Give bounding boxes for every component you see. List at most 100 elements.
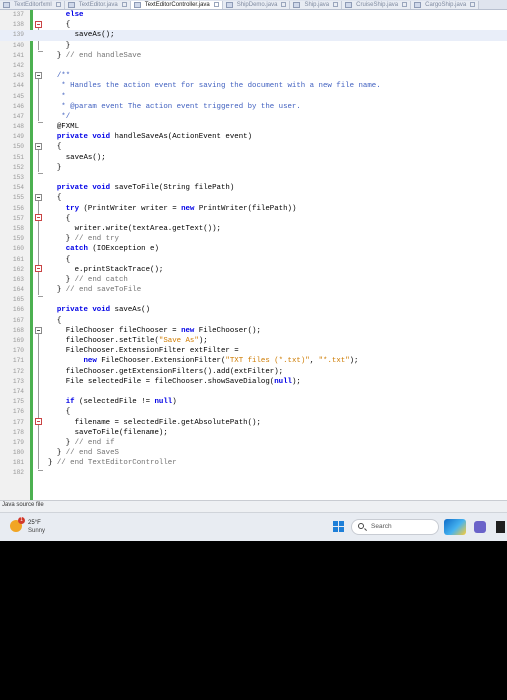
windows-start-icon[interactable]: [333, 521, 345, 533]
code-line[interactable]: 154 private void saveToFile(String fileP…: [0, 183, 507, 193]
code-text: {: [48, 214, 71, 223]
file-icon: [3, 2, 10, 8]
close-icon[interactable]: [333, 1, 339, 7]
line-number: 152: [12, 163, 24, 171]
code-line[interactable]: 137 else: [0, 10, 507, 20]
line-number: 146: [12, 102, 24, 110]
teams-icon[interactable]: [474, 521, 486, 533]
code-line[interactable]: 167 {: [0, 316, 507, 326]
code-line[interactable]: 178 saveToFile(filename);: [0, 428, 507, 438]
code-line[interactable]: 139 saveAs();: [0, 30, 507, 41]
code-line[interactable]: 182: [0, 468, 507, 478]
editor-tab[interactable]: Ship.java: [290, 1, 343, 9]
code-line[interactable]: 173 File selectedFile = fileChooser.show…: [0, 377, 507, 387]
code-line[interactable]: 161 {: [0, 255, 507, 265]
line-number: 161: [12, 255, 24, 263]
line-number: 182: [12, 469, 24, 477]
search-label: Search: [371, 523, 392, 530]
code-text: FileChooser fileChooser = new FileChoose…: [48, 326, 261, 335]
ide-app-icon[interactable]: [496, 521, 505, 533]
editor-tab[interactable]: CruiseShip.java: [342, 1, 412, 9]
code-text: saveAs();: [48, 153, 106, 162]
code-line[interactable]: 142: [0, 61, 507, 71]
code-line[interactable]: 176 {: [0, 407, 507, 417]
close-icon[interactable]: [121, 1, 127, 7]
code-line[interactable]: 158 writer.write(textArea.getText());: [0, 224, 507, 234]
code-line[interactable]: 147 */: [0, 112, 507, 122]
code-line[interactable]: 181 } // end TextEditorController: [0, 458, 507, 468]
editor-tab[interactable]: TextEditorController.java: [130, 1, 223, 9]
line-number: 139: [12, 31, 24, 39]
code-line[interactable]: 175 if (selectedFile != null): [0, 397, 507, 407]
code-editor[interactable]: 137 else 138 {139 saveAs(); 140 } 141 } // …: [0, 10, 507, 500]
tab-label: ShipDemo.java: [236, 2, 278, 8]
tab-label: CargoShip.java: [425, 2, 467, 8]
code-line[interactable]: 168 FileChooser fileChooser = new FileCh…: [0, 326, 507, 336]
editor-tab[interactable]: ShipDemo.java: [222, 1, 291, 9]
code-text: }: [48, 163, 62, 172]
taskbar-search-box[interactable]: Search: [351, 519, 439, 535]
code-line[interactable]: 174: [0, 387, 507, 397]
code-text: if (selectedFile != null): [65, 398, 177, 407]
code-line[interactable]: 164 } // end saveToFile: [0, 285, 507, 295]
code-text: {: [48, 316, 62, 325]
code-line[interactable]: 152 }: [0, 163, 507, 173]
line-number: 142: [12, 61, 24, 69]
line-number: 151: [12, 153, 24, 161]
code-line[interactable]: 179 } // end if: [0, 438, 507, 448]
code-line[interactable]: 170 FileChooser.ExtensionFilter extFilte…: [0, 346, 507, 356]
code-text: } // end TextEditorController: [48, 459, 177, 468]
taskbar-widget-icon[interactable]: [444, 519, 466, 535]
close-icon[interactable]: [281, 1, 287, 7]
file-icon: [225, 2, 233, 8]
code-line[interactable]: 145 *: [0, 92, 507, 102]
code-line[interactable]: 144 * Handles the action event for savin…: [0, 81, 507, 91]
code-line[interactable]: 141 } // end handleSave: [0, 51, 507, 61]
line-number: 181: [12, 459, 24, 467]
code-text: } // end SaveS: [48, 449, 119, 458]
code-text: fileChooser.getExtensionFilters().add(ex…: [48, 367, 284, 376]
line-number: 157: [12, 214, 24, 222]
close-icon[interactable]: [402, 1, 408, 7]
code-line[interactable]: 162 e.printStackTrace();: [0, 265, 507, 275]
editor-tab[interactable]: TextEditor.java: [64, 1, 131, 9]
code-line[interactable]: 155 {: [0, 193, 507, 203]
editor-tab[interactable]: TextEditorfxml: [0, 1, 65, 9]
code-line[interactable]: 146 * @param event The action event trig…: [0, 102, 507, 112]
code-text: try (PrintWriter writer = new PrintWrite…: [65, 204, 297, 213]
editor-tab[interactable]: CargoShip.java: [411, 1, 480, 9]
code-line[interactable]: 171 new FileChooser.ExtensionFilter("TXT…: [0, 356, 507, 366]
code-line[interactable]: 156 try (PrintWriter writer = new PrintW…: [0, 204, 507, 214]
code-line[interactable]: 157 {: [0, 214, 507, 224]
weather-widget[interactable]: 1 25°F Sunny: [8, 517, 78, 539]
tab-label: TextEditor.java: [78, 2, 118, 8]
code-line[interactable]: 180 } // end SaveS: [0, 448, 507, 458]
code-line[interactable]: 153: [0, 173, 507, 183]
code-line[interactable]: 165: [0, 295, 507, 305]
code-line[interactable]: 177 filename = selectedFile.getAbsoluteP…: [0, 418, 507, 428]
code-line[interactable]: 169 fileChooser.setTitle("Save As");: [0, 336, 507, 346]
code-line[interactable]: 149 private void handleSaveAs(ActionEven…: [0, 132, 507, 142]
code-text: {: [48, 21, 71, 30]
code-line[interactable]: 166 private void saveAs(): [0, 305, 507, 315]
code-text: new FileChooser.ExtensionFilter("TXT fil…: [83, 357, 359, 366]
code-text: saveAs();: [48, 31, 115, 40]
code-text: {: [48, 194, 62, 203]
code-line[interactable]: 148 @FXML: [0, 122, 507, 132]
code-line[interactable]: 150 {: [0, 142, 507, 152]
code-line[interactable]: 140 }: [0, 41, 507, 51]
code-line[interactable]: 151 saveAs();: [0, 153, 507, 163]
file-icon: [293, 2, 301, 8]
close-icon[interactable]: [213, 1, 219, 7]
taskbar: 1 25°F Sunny Search: [0, 512, 507, 541]
code-line[interactable]: 172 fileChooser.getExtensionFilters().ad…: [0, 367, 507, 377]
close-icon[interactable]: [470, 1, 476, 7]
code-text: fileChooser.setTitle("Save As");: [48, 337, 208, 345]
code-line[interactable]: 138 {: [0, 20, 507, 30]
code-line[interactable]: 143 /**: [0, 71, 507, 81]
code-line[interactable]: 160 catch (IOException e): [0, 244, 507, 254]
code-line[interactable]: 163 } // end catch: [0, 275, 507, 285]
line-number: 180: [12, 449, 24, 457]
close-icon[interactable]: [55, 1, 61, 7]
code-line[interactable]: 159 } // end try: [0, 234, 507, 244]
